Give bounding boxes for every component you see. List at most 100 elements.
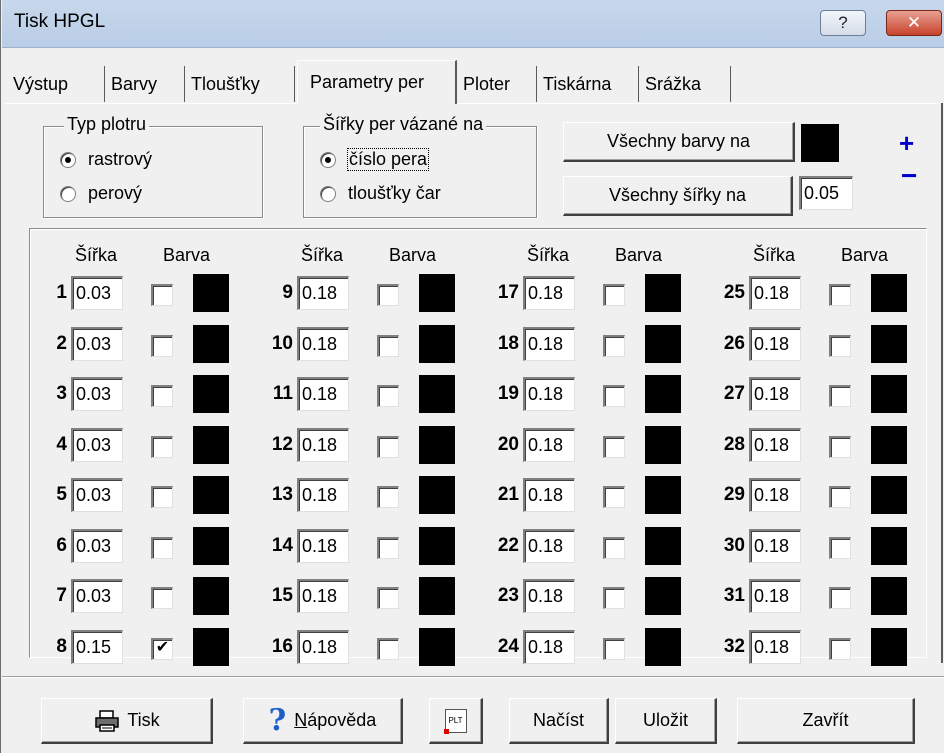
- pen-color-checkbox[interactable]: [829, 284, 851, 306]
- all-colors-button[interactable]: Všechny barvy na: [563, 122, 795, 162]
- pen-color-checkbox[interactable]: [151, 435, 173, 458]
- pen-width-input[interactable]: 0.03: [71, 377, 123, 411]
- tab-parametry-per[interactable]: Parametry per: [297, 60, 457, 104]
- pen-width-input[interactable]: 0.18: [523, 528, 575, 563]
- pen-width-input[interactable]: 0.03: [71, 427, 123, 462]
- close-button[interactable]: Zavřít: [737, 698, 915, 744]
- save-button[interactable]: Uložit: [615, 698, 717, 744]
- pen-color-swatch[interactable]: [871, 627, 907, 666]
- pen-color-checkbox[interactable]: [603, 385, 625, 407]
- title-help-button[interactable]: ?: [820, 10, 866, 36]
- pen-color-checkbox[interactable]: [829, 536, 851, 559]
- pen-color-checkbox[interactable]: [829, 486, 851, 508]
- pen-color-checkbox[interactable]: [377, 587, 399, 609]
- pen-color-swatch[interactable]: [193, 375, 229, 413]
- pen-width-input[interactable]: 0.15: [71, 629, 123, 664]
- pen-color-swatch[interactable]: [645, 526, 681, 565]
- pen-width-input[interactable]: 0.18: [297, 427, 349, 462]
- pen-color-swatch[interactable]: [645, 425, 681, 464]
- load-button[interactable]: Načíst: [509, 698, 609, 744]
- pen-color-swatch[interactable]: [419, 627, 455, 666]
- pen-color-checkbox[interactable]: [151, 536, 173, 559]
- pen-color-swatch[interactable]: [871, 274, 907, 312]
- pen-width-input[interactable]: 0.18: [749, 326, 801, 361]
- pen-width-input[interactable]: 0.18: [297, 478, 349, 512]
- pen-width-input[interactable]: 0.18: [749, 478, 801, 512]
- tab-tiskarna[interactable]: Tiskárna: [537, 66, 639, 102]
- pen-color-swatch[interactable]: [645, 274, 681, 312]
- radio-tloustky-car[interactable]: tloušťky čar: [320, 183, 441, 204]
- pen-color-checkbox[interactable]: [377, 486, 399, 508]
- pen-color-swatch[interactable]: [193, 627, 229, 666]
- pen-color-swatch[interactable]: [193, 324, 229, 363]
- pen-width-input[interactable]: 0.18: [749, 427, 801, 462]
- plus-icon[interactable]: +: [899, 128, 914, 159]
- pen-color-swatch[interactable]: [193, 577, 229, 615]
- pen-color-swatch[interactable]: [419, 375, 455, 413]
- pen-color-checkbox[interactable]: [829, 587, 851, 609]
- pen-width-input[interactable]: 0.18: [297, 326, 349, 361]
- pen-color-checkbox[interactable]: [603, 284, 625, 306]
- radio-rastrovy[interactable]: rastrový: [60, 149, 152, 170]
- pen-width-input[interactable]: 0.03: [71, 478, 123, 512]
- all-widths-button[interactable]: Všechny šířky na: [563, 176, 793, 216]
- pen-color-swatch[interactable]: [419, 476, 455, 514]
- pen-width-input[interactable]: 0.18: [523, 478, 575, 512]
- pen-color-swatch[interactable]: [645, 577, 681, 615]
- pen-color-swatch[interactable]: [645, 375, 681, 413]
- pen-width-input[interactable]: 0.18: [523, 326, 575, 361]
- pen-width-input[interactable]: 0.03: [71, 326, 123, 361]
- pen-color-checkbox[interactable]: [829, 637, 851, 660]
- pen-color-checkbox[interactable]: [603, 536, 625, 559]
- radio-button[interactable]: [320, 151, 336, 168]
- title-close-button[interactable]: ✕: [886, 10, 942, 36]
- pen-color-swatch[interactable]: [419, 577, 455, 615]
- pen-color-swatch[interactable]: [645, 324, 681, 363]
- radio-cislo-pera[interactable]: číslo pera: [320, 148, 430, 171]
- pen-width-input[interactable]: 0.18: [297, 528, 349, 563]
- pen-color-checkbox[interactable]: [829, 334, 851, 357]
- pen-color-checkbox[interactable]: [377, 536, 399, 559]
- pen-color-checkbox[interactable]: [603, 637, 625, 660]
- help-button[interactable]: ? Nápověda: [243, 698, 403, 744]
- pen-color-checkbox[interactable]: [151, 334, 173, 357]
- radio-perovy[interactable]: perový: [60, 183, 142, 204]
- plt-button[interactable]: PLT: [429, 698, 483, 744]
- pen-color-checkbox[interactable]: [377, 284, 399, 306]
- pen-color-swatch[interactable]: [871, 577, 907, 615]
- pen-color-checkbox[interactable]: [603, 435, 625, 458]
- pen-color-swatch[interactable]: [871, 526, 907, 565]
- pen-color-checkbox[interactable]: [377, 637, 399, 660]
- pen-color-swatch[interactable]: [645, 476, 681, 514]
- pen-color-swatch[interactable]: [419, 274, 455, 312]
- pen-color-checkbox[interactable]: [377, 385, 399, 407]
- radio-button[interactable]: [60, 185, 76, 202]
- pen-width-input[interactable]: 0.18: [523, 579, 575, 613]
- tab-tloustky[interactable]: Tloušťky: [185, 66, 295, 102]
- pen-color-swatch[interactable]: [193, 274, 229, 312]
- radio-button[interactable]: [320, 185, 336, 202]
- radio-button[interactable]: [60, 151, 76, 168]
- pen-width-input[interactable]: 0.03: [71, 276, 123, 310]
- pen-color-swatch[interactable]: [871, 324, 907, 363]
- pen-color-swatch[interactable]: [419, 526, 455, 565]
- tab-ploter[interactable]: Ploter: [457, 66, 537, 102]
- pen-width-input[interactable]: 0.18: [749, 276, 801, 310]
- pen-width-input[interactable]: 0.18: [749, 528, 801, 563]
- pen-color-checkbox[interactable]: [151, 486, 173, 508]
- pen-color-checkbox[interactable]: [377, 334, 399, 357]
- pen-color-swatch[interactable]: [193, 476, 229, 514]
- pen-color-checkbox[interactable]: [603, 334, 625, 357]
- pen-color-checkbox[interactable]: [151, 587, 173, 609]
- pen-width-input[interactable]: 0.18: [297, 629, 349, 664]
- pen-color-swatch[interactable]: [419, 324, 455, 363]
- pen-color-checkbox[interactable]: [603, 587, 625, 609]
- pen-color-swatch[interactable]: [193, 425, 229, 464]
- pen-width-input[interactable]: 0.18: [749, 377, 801, 411]
- print-button[interactable]: Tisk: [41, 698, 213, 744]
- tab-barvy[interactable]: Barvy: [105, 66, 185, 102]
- all-colors-swatch[interactable]: [801, 124, 839, 162]
- pen-width-input[interactable]: 0.18: [523, 377, 575, 411]
- pen-color-swatch[interactable]: [871, 375, 907, 413]
- tab-srazka[interactable]: Srážka: [639, 66, 731, 102]
